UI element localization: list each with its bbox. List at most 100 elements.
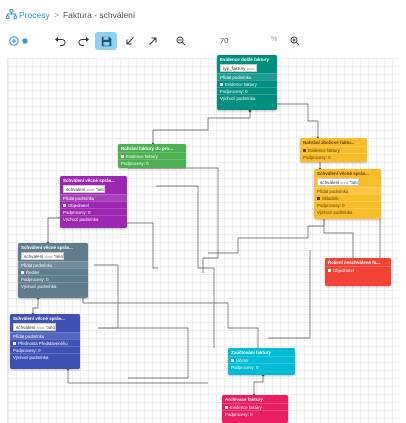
role-icon bbox=[225, 406, 228, 410]
role-icon bbox=[231, 359, 234, 363]
node-title: Nahrání zbožové faktu... bbox=[303, 140, 355, 145]
breadcrumb-current: Faktura - schválení bbox=[62, 10, 136, 20]
node-role-row: Objednatel bbox=[60, 201, 127, 208]
redo-icon bbox=[78, 36, 90, 46]
connector-line bbox=[152, 111, 251, 144]
redo-button[interactable] bbox=[76, 32, 92, 50]
node-title: Schválení věcné správ... bbox=[21, 245, 73, 250]
subprocess-row: Podprocesy: 0 bbox=[10, 346, 80, 353]
connector-line bbox=[156, 185, 215, 348]
node-title: Schválení věcné správ... bbox=[13, 316, 65, 321]
node-role-row: Evidence faktury bbox=[118, 152, 186, 159]
condition-field[interactable]: typ_faktury === "zboží" bbox=[220, 64, 258, 72]
zoom-in-icon bbox=[290, 36, 300, 46]
arrow-down-left-icon bbox=[125, 36, 135, 46]
sitemap-icon bbox=[5, 9, 18, 21]
node-role-row: Evidence faktury bbox=[217, 80, 277, 87]
node-role-row: Evidence faktury bbox=[300, 146, 367, 153]
subprocess-row: Podprocesy: 0 bbox=[118, 159, 186, 166]
role-icon bbox=[21, 271, 24, 275]
connector-line bbox=[68, 287, 259, 348]
node-title: Nahrání faktury do pro... bbox=[121, 146, 174, 151]
node-evidence[interactable]: Evidence došlé faktury typ_faktury === "… bbox=[217, 55, 277, 110]
breadcrumb-root-label: Procesy bbox=[19, 10, 50, 20]
arrow-up-right-button[interactable] bbox=[145, 32, 161, 50]
default-condition-row: Výchozí podmínka bbox=[60, 215, 127, 222]
connector-line bbox=[123, 163, 219, 273]
node-role-row: Ředitel bbox=[18, 268, 88, 275]
node-schvaleni-gray[interactable]: Schválení věcné správ... schvaleni === "… bbox=[18, 243, 88, 298]
node-title: Schválení věcné správ... bbox=[63, 178, 115, 183]
add-circle-icon bbox=[9, 36, 31, 46]
node-role-row: Účetní bbox=[228, 356, 295, 363]
connector-line bbox=[98, 327, 189, 379]
toolbar: 70 % bbox=[0, 30, 406, 52]
role-icon bbox=[328, 269, 331, 273]
node-role-row: Evidence faktury bbox=[222, 403, 288, 410]
node-role-row: Objednatel bbox=[325, 266, 391, 273]
role-icon bbox=[317, 197, 320, 201]
connector-line bbox=[268, 250, 311, 339]
node-title: Schválení věcné správ... bbox=[317, 171, 369, 176]
zoom-in-button[interactable] bbox=[287, 32, 303, 50]
node-zauctovani[interactable]: Zaúčtování faktury Účetní Podprocesy: 0 bbox=[228, 348, 295, 375]
node-title: Řešení neschválené fa... bbox=[328, 260, 381, 265]
connector-line bbox=[32, 298, 39, 314]
connector-line bbox=[276, 103, 319, 138]
zoom-unit: % bbox=[271, 36, 278, 43]
condition-field[interactable]: schvaleni === "ano" bbox=[13, 323, 57, 331]
node-schvaleni-blue[interactable]: Schválení věcné správ... schvaleni === "… bbox=[10, 314, 80, 369]
subprocess-row: Podprocesy: 0 bbox=[228, 363, 295, 370]
node-nahrani-zbozi[interactable]: Nahrání zbožové faktu... Evidence faktur… bbox=[300, 138, 367, 162]
subprocess-row: Podprocesy: 0 bbox=[217, 87, 277, 94]
undo-icon bbox=[54, 36, 66, 46]
subprocess-row: Podprocesy: 0 bbox=[60, 208, 127, 215]
undo-button[interactable] bbox=[52, 32, 68, 50]
role-icon bbox=[13, 342, 16, 346]
connector-line bbox=[94, 264, 119, 329]
condition-field[interactable]: schvaleni === "ano" bbox=[21, 252, 65, 260]
subprocess-row: Podprocesy: 0 bbox=[18, 275, 88, 282]
node-reseni[interactable]: Řešení neschválené fa... Objednatel bbox=[325, 258, 391, 286]
default-condition-row: Výchozí podmínka bbox=[314, 208, 381, 215]
connector-line bbox=[253, 375, 264, 395]
node-title: Evidence došlé faktury bbox=[220, 57, 270, 62]
breadcrumb-separator: > bbox=[53, 10, 59, 20]
workflow-canvas[interactable]: Evidence došlé faktury typ_faktury === "… bbox=[7, 55, 399, 423]
node-archivace[interactable]: Archivace faktury Evidence faktury Podpr… bbox=[222, 395, 288, 423]
node-role-row: Přednosta Představeného bbox=[10, 339, 80, 346]
node-schvaleni-purple[interactable]: Schválení věcné správ... schvaleni === "… bbox=[60, 176, 127, 228]
node-nahrani-dopln[interactable]: Nahrání faktury do pro... Evidence faktu… bbox=[118, 144, 186, 168]
zoom-level[interactable]: 70 bbox=[220, 36, 228, 45]
arrow-up-right-icon bbox=[148, 36, 158, 46]
node-title: Archivace faktury bbox=[225, 397, 263, 402]
default-condition-row: Výchozí podmínka bbox=[217, 94, 277, 101]
connector-line bbox=[208, 218, 325, 254]
add-condition-row[interactable]: Přidat podmínku bbox=[60, 194, 127, 201]
node-schvaleni-yellow[interactable]: Schválení věcné správ... schvaleni === "… bbox=[314, 169, 381, 219]
zoom-out-button[interactable] bbox=[173, 32, 189, 50]
connector-line bbox=[323, 218, 354, 258]
role-icon bbox=[63, 204, 66, 208]
add-condition-row[interactable]: Přidat podmínku bbox=[18, 261, 88, 268]
breadcrumb-root-link[interactable]: Procesy bbox=[5, 9, 50, 21]
add-condition-row[interactable]: Přidat podmínku bbox=[10, 332, 80, 339]
breadcrumb: Procesy > Faktura - schválení bbox=[5, 7, 136, 23]
arrow-down-left-button[interactable] bbox=[122, 32, 138, 50]
role-icon bbox=[303, 149, 306, 153]
node-title: Zaúčtování faktury bbox=[231, 350, 272, 355]
add-node-button[interactable] bbox=[8, 32, 32, 50]
role-icon bbox=[220, 83, 223, 87]
subprocess-row: Podprocesy: 0 bbox=[222, 410, 288, 417]
subprocess-row: Podprocesy: 0 bbox=[314, 201, 381, 208]
add-condition-row[interactable]: Přidat podmínku bbox=[217, 73, 277, 80]
role-icon bbox=[121, 155, 124, 159]
node-role-row: Skladník bbox=[314, 194, 381, 201]
condition-field[interactable]: schvaleni === "ano" bbox=[63, 185, 105, 193]
add-condition-row[interactable]: Přidat podmínku bbox=[314, 187, 381, 194]
zoom-out-icon bbox=[176, 36, 186, 46]
save-button[interactable] bbox=[95, 32, 117, 50]
default-condition-row: Výchozí podmínka bbox=[18, 282, 88, 289]
default-condition-row: Výchozí podmínka bbox=[10, 353, 80, 360]
condition-field[interactable]: schvaleni === "ano" bbox=[317, 178, 359, 186]
